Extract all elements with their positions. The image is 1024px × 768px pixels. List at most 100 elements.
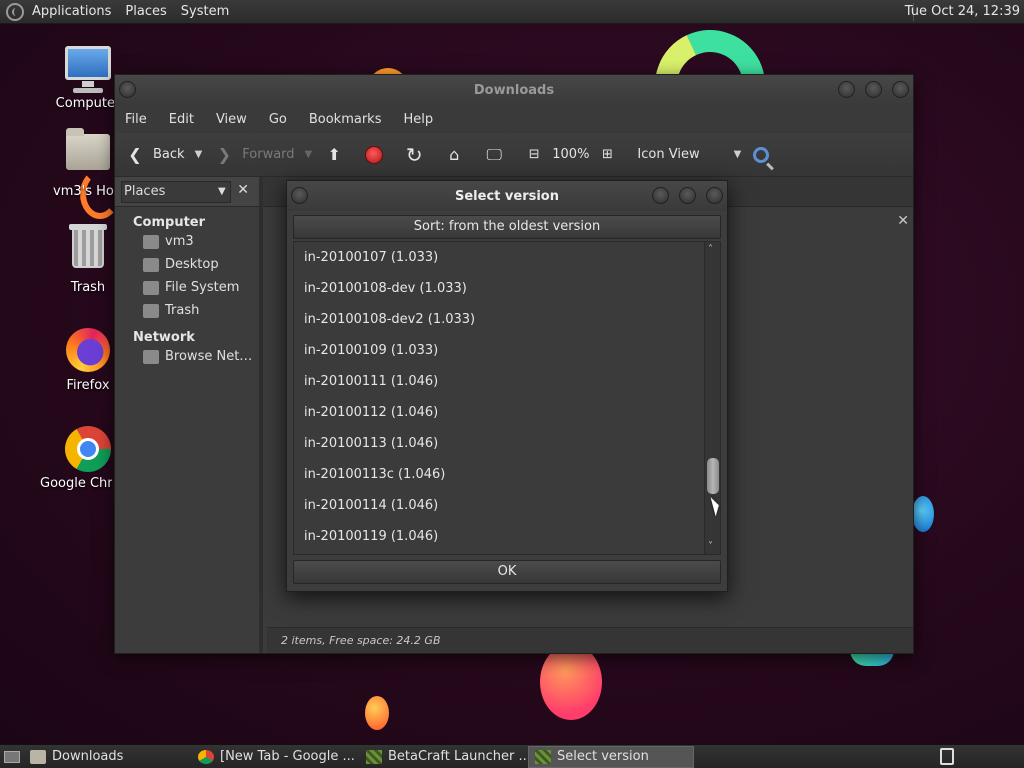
view-mode-select[interactable]: Icon View ▼ [637,147,741,162]
search-icon [753,146,770,163]
menu-system[interactable]: System [181,4,229,19]
menu-help[interactable]: Help [403,112,433,127]
maximize-button[interactable] [865,81,882,98]
trash-icon [143,303,159,318]
close-button[interactable] [706,187,723,204]
sidebar-item-label: Browse Net… [165,349,253,364]
zoom-control[interactable]: ⊟ 100% ⊞ [524,145,625,165]
window-menu-button[interactable] [291,187,308,204]
firefox-icon [64,328,112,374]
sidebar-item-browse-network[interactable]: Browse Net… [115,345,259,368]
window-title: Downloads [473,82,555,98]
maximize-button[interactable] [679,187,696,204]
chevron-down-icon[interactable]: ▼ [195,149,203,160]
menu-places[interactable]: Places [125,4,166,19]
chevron-down-icon[interactable]: ˅ [708,541,713,552]
drive-icon [143,280,159,295]
sidebar: Places ▼ ✕ Computer vm3 Desktop File Sys… [115,177,263,653]
menu-applications[interactable]: Applications [32,4,111,19]
home-button[interactable]: ⌂ [444,145,472,165]
sidebar-item-vm3[interactable]: vm3 [115,230,259,253]
chevron-down-icon[interactable]: ▼ [734,149,742,160]
sidebar-item-label: Trash [165,303,200,318]
version-item[interactable]: in-20100109 (1.033) [294,335,720,366]
window-titlebar[interactable]: Downloads [115,75,913,105]
home-icon: ⌂ [449,145,460,164]
version-item[interactable]: in-20100107 (1.033) [294,242,720,273]
show-desktop-icon [4,750,20,763]
task-chrome[interactable]: [New Tab - Google ... [192,746,358,768]
sidebar-item-label: Desktop [165,257,219,272]
sidebar-mode-select[interactable]: Places [121,180,231,203]
sidebar-item-desktop[interactable]: Desktop [115,253,259,276]
up-arrow-icon: ⬆ [327,145,341,164]
version-item[interactable]: in-20100112 (1.046) [294,397,720,428]
task-label: Select version [557,749,649,764]
dialog-titlebar[interactable]: Select version [287,181,727,211]
folder-icon [30,749,46,764]
version-item[interactable]: in-20100119 (1.046) [294,521,720,552]
sidebar-item-file-system[interactable]: File System [115,276,259,299]
chevron-down-icon[interactable]: ▼ [218,186,226,197]
task-select-version[interactable]: Select version [528,745,694,768]
version-item[interactable]: in-20100114 (1.046) [294,490,720,521]
ok-button[interactable]: OK [293,560,721,584]
home-folder-icon [64,128,112,180]
sidebar-header: Places ▼ ✕ [115,177,259,207]
menu-edit[interactable]: Edit [169,112,194,127]
sidebar-item-trash[interactable]: Trash [115,299,259,322]
version-item[interactable]: in-20100113 (1.046) [294,428,720,459]
computer-button[interactable]: 🖵 [484,145,512,165]
computer-icon: 🖵 [486,144,502,164]
minimize-button[interactable] [838,81,855,98]
task-betacraft-launcher[interactable]: BetaCraft Launcher ... [360,746,526,768]
sidebar-section-computer: Computer [133,215,206,230]
menu-go[interactable]: Go [269,112,287,127]
chevron-up-icon[interactable]: ˄ [708,244,713,255]
scrollbar-thumb[interactable] [707,458,719,494]
version-item[interactable]: in-20100111 (1.046) [294,366,720,397]
desktop-icon-label: Google Chrome [40,476,112,491]
back-label: Back [153,147,185,162]
version-item[interactable]: in-20100108-dev (1.033) [294,273,720,304]
reload-button[interactable]: ↻ [404,143,432,167]
search-button[interactable] [753,146,770,163]
version-item[interactable]: in-20100113c (1.046) [294,459,720,490]
show-desktop-button[interactable] [0,745,24,768]
forward-button[interactable]: ❯ Forward ▼ [214,145,313,165]
zoom-in-icon[interactable]: ⊞ [597,145,617,165]
back-button[interactable]: ❮ Back ▼ [125,145,202,165]
close-button[interactable] [892,81,909,98]
top-panel: Applications Places System Tue Oct 24, 1… [0,0,1024,24]
close-icon[interactable]: ✕ [897,213,909,229]
sort-order-button[interactable]: Sort: from the oldest version [293,215,721,239]
window-menu-button[interactable] [119,81,136,98]
computer-icon [64,46,112,93]
wallpaper-blob [365,696,389,730]
menu-bookmarks[interactable]: Bookmarks [309,112,382,127]
sidebar-item-label: File System [165,280,240,295]
menu-view[interactable]: View [216,112,247,127]
close-icon[interactable]: ✕ [237,182,249,198]
network-icon [143,349,159,364]
back-arrow-icon: ❮ [128,145,142,164]
version-list[interactable]: in-20100107 (1.033) in-20100108-dev (1.0… [293,241,721,555]
tray-device-icon[interactable] [940,748,954,765]
desktop-icon-label: vm3's Home [53,184,123,199]
distro-logo-icon[interactable] [6,2,24,21]
minimize-button[interactable] [652,187,669,204]
up-button[interactable]: ⬆ [324,145,352,165]
view-mode-label: Icon View [637,147,700,162]
desktop-folder-icon [143,257,159,272]
zoom-out-icon[interactable]: ⊟ [524,145,544,165]
menu-file[interactable]: File [125,112,147,127]
home-folder-icon [143,234,159,249]
task-downloads[interactable]: Downloads [24,746,190,768]
chevron-down-icon[interactable]: ▼ [305,149,313,160]
chrome-icon [198,749,214,764]
select-version-dialog: Select version Sort: from the oldest ver… [286,180,728,592]
stop-icon [364,145,384,165]
stop-button[interactable] [364,145,392,165]
panel-clock[interactable]: Tue Oct 24, 12:39 [905,4,1020,19]
version-item[interactable]: in-20100108-dev2 (1.033) [294,304,720,335]
